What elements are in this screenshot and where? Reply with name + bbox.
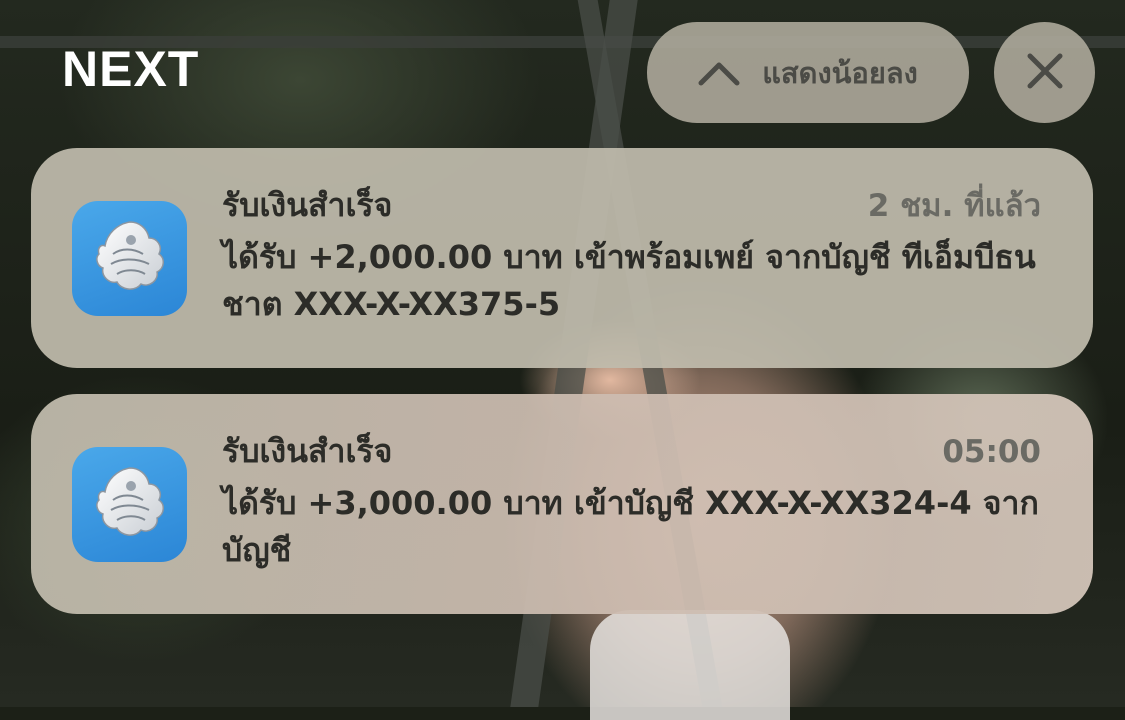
notification-body: ได้รับ +3,000.00 บาท เข้าบัญชี XXX-X-XX3… [222, 484, 1039, 569]
background-figure [590, 610, 790, 720]
notification-title: รับเงินสำเร็จ [222, 432, 393, 470]
notification-title: รับเงินสำเร็จ [222, 186, 393, 224]
bank-bird-logo-icon [87, 214, 173, 304]
notification-group-title: NEXT [62, 41, 200, 97]
notification-body: ได้รับ +2,000.00 บาท เข้าพร้อมเพย์ จากบั… [222, 238, 1036, 323]
notification-time: 05:00 [942, 434, 1041, 470]
clear-notifications-button[interactable] [994, 22, 1095, 123]
bank-bird-logo-icon [87, 460, 173, 550]
notification-time: 2 ชม. ที่แล้ว [867, 188, 1041, 224]
chevron-up-icon [698, 60, 740, 86]
notification-card[interactable]: รับเงินสำเร็จ 2 ชม. ที่แล้ว ได้รับ +2,00… [31, 148, 1093, 368]
show-less-button[interactable]: แสดงน้อยลง [647, 22, 969, 123]
show-less-label: แสดงน้อยลง [762, 55, 918, 90]
notification-card[interactable]: รับเงินสำเร็จ 05:00 ได้รับ +3,000.00 บาท… [31, 394, 1093, 614]
bank-app-icon [72, 447, 187, 562]
close-icon [1026, 52, 1064, 94]
bank-app-icon [72, 201, 187, 316]
